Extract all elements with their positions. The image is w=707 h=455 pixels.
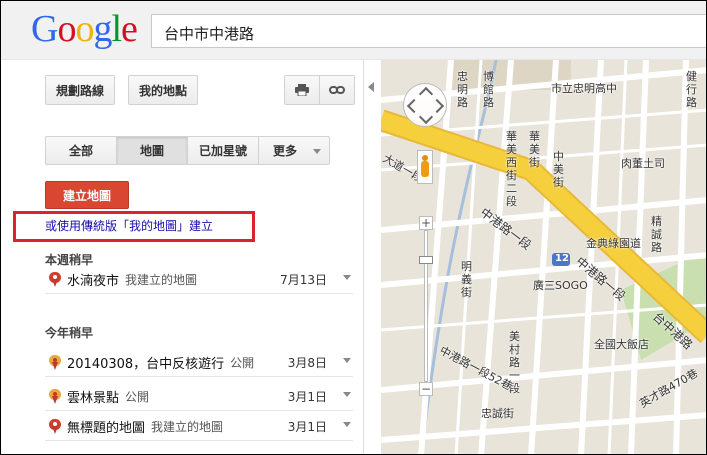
section-title-this-year: 今年稍早 [45,326,94,340]
tab-more[interactable]: 更多 [258,136,330,165]
map-meta: 公開 [125,389,150,404]
pan-up-icon[interactable] [418,86,434,102]
map-title: 20140308，台中反核遊行 [67,356,225,372]
road-label: 華美街 [529,130,540,169]
tab-all[interactable]: 全部 [45,136,117,165]
printer-icon [295,84,309,96]
zoom-slider[interactable]: + − [419,216,433,396]
map-date: 3月8日 [287,355,327,370]
map-pin-icon [49,354,61,370]
row-menu-icon[interactable] [343,358,351,363]
road-label: 忠明路 [457,70,468,109]
map-pin-icon [49,418,61,434]
window: Google 台中市中港路 規劃路線 我的地點 全部 地圖 已加星號 更多 建立… [0,0,707,455]
pegman-icon[interactable] [417,150,433,184]
place-label-sogo: 廣三SOGO [533,279,588,292]
map-pin-icon [49,271,61,287]
logo-letter: g [93,8,112,50]
map-date: 3月1日 [287,389,327,404]
map-pin-icon [49,388,61,404]
link-icon [329,86,345,94]
panel-collapse-handle[interactable] [363,60,382,454]
tab-more-label: 更多 [273,144,298,158]
my-places-button[interactable]: 我的地點 [128,75,198,105]
list-item[interactable]: 雲林景點 公開 3月1日 [45,382,353,411]
logo-letter: o [75,8,94,50]
road-label: 健行路 [686,70,697,109]
google-logo[interactable]: Google [31,8,138,50]
place-label-garden: 金典綠園道 [586,237,641,250]
logo-letter: G [31,8,58,50]
pan-right-icon[interactable] [429,98,445,114]
road-label: 精誠路 [651,215,662,254]
header: Google 台中市中港路 [1,1,706,60]
create-map-button[interactable]: 建立地圖 [45,181,129,209]
search-input[interactable]: 台中市中港路 [164,23,254,44]
classic-my-maps-link[interactable]: 或使用傳統版「我的地圖」建立 [45,217,213,234]
search-box[interactable]: 台中市中港路 [151,14,706,48]
road-label: 忠誠街 [481,407,514,420]
place-label-restaurant: 肉董土司 [621,157,665,170]
map-title: 水湳夜市 [67,273,120,289]
road-label: 明義街 [461,260,472,299]
road-label: 博館路 [483,70,494,109]
map-title: 無標題的地圖 [67,420,146,436]
zoom-out-button[interactable]: − [419,382,433,396]
row-menu-icon[interactable] [343,392,351,397]
list-item[interactable]: 無標題的地圖 我建立的地圖 3月1日 [45,412,353,441]
logo-letter: o [57,8,76,50]
logo-letter: l [111,8,122,50]
row-menu-icon[interactable] [343,275,351,280]
place-label-hotel: 全國大飯店 [594,338,649,351]
link-button[interactable] [319,75,355,105]
list-item[interactable]: 20140308，台中反核遊行 公開 3月8日 [45,348,353,377]
route-shield: 12 [555,253,569,264]
print-button[interactable] [284,75,320,105]
chevron-left-icon [368,82,374,92]
tab-maps[interactable]: 地圖 [116,136,188,165]
road-label: 中美街 [553,150,564,189]
directions-button[interactable]: 規劃路線 [45,75,115,105]
map-canvas[interactable]: 中港路一段 中港路一段 台中港路 大道一段 市立忠明高中 肉董土司 金典綠園道 … [381,60,706,454]
map-meta: 我建立的地圖 [151,419,224,434]
zoom-in-button[interactable]: + [419,216,433,230]
pan-left-icon[interactable] [406,98,422,114]
pegman-body [421,161,429,177]
map-title: 雲林景點 [67,390,120,406]
row-menu-icon[interactable] [343,422,351,427]
zoom-handle[interactable] [419,256,433,264]
pan-control[interactable] [403,83,447,127]
tab-starred[interactable]: 已加星號 [187,136,259,165]
pan-down-icon[interactable] [418,109,434,125]
map-meta: 公開 [230,355,255,370]
map-date: 3月1日 [287,419,327,434]
place-label-school: 市立忠明高中 [551,82,617,95]
map-date: 7月13日 [280,272,327,287]
road-label: 華美西街二段 [506,130,517,208]
chevron-down-icon [313,149,321,154]
zoom-track[interactable] [424,230,428,382]
map-meta: 我建立的地圖 [125,272,198,287]
logo-letter: e [121,8,138,50]
list-item[interactable]: 水湳夜市 我建立的地圖 7月13日 [45,265,353,294]
left-panel: 規劃路線 我的地點 全部 地圖 已加星號 更多 建立地圖 或使用傳統版「我的地圖… [1,60,363,454]
